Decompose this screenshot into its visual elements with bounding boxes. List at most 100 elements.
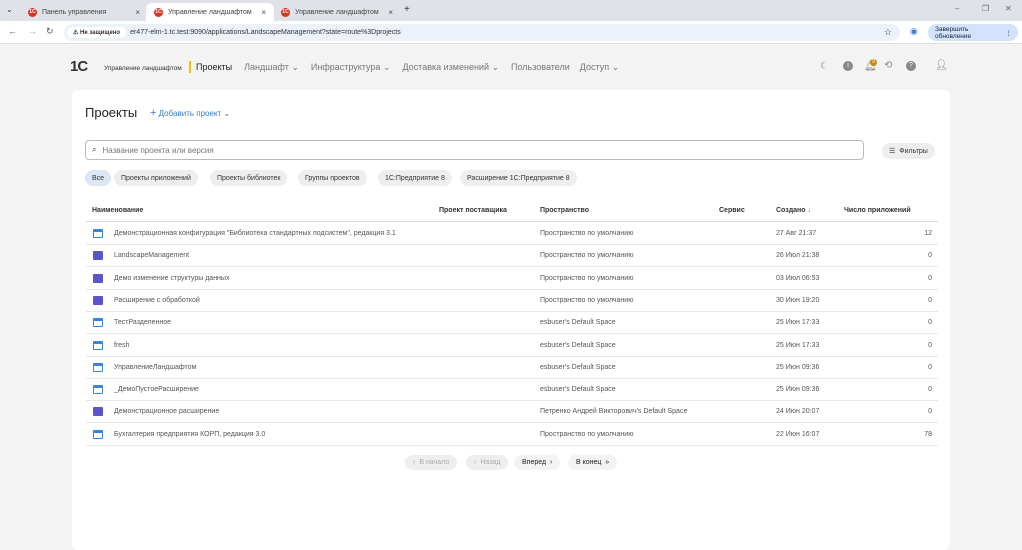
- column-space[interactable]: Пространство: [540, 207, 589, 214]
- add-project-button[interactable]: + Добавить проект ⌄: [150, 107, 230, 119]
- project-name[interactable]: LandscapeManagement: [114, 252, 189, 259]
- prev-page-button[interactable]: ‹ Назад: [466, 455, 509, 470]
- project-name[interactable]: Демо изменение структуры данных: [114, 275, 229, 282]
- project-app-count: 0: [928, 296, 932, 304]
- chip-library-projects[interactable]: Проекты библиотек: [210, 170, 288, 186]
- project-space: Пространство по умолчанию: [540, 252, 634, 260]
- 1c-favicon-icon: 1C: [28, 7, 37, 17]
- chip-app-projects[interactable]: Проекты приложений: [114, 170, 198, 186]
- chip-1c-enterprise[interactable]: 1С:Предприятие 8: [378, 170, 452, 186]
- project-created: 25 Июн 09:36: [776, 386, 820, 394]
- chip-project-groups[interactable]: Группы проектов: [298, 170, 367, 186]
- tab-label: Панель управления: [42, 8, 107, 16]
- restore-icon[interactable]: ❐: [982, 4, 989, 13]
- 1c-favicon-icon: 1C: [154, 7, 163, 17]
- dark-mode-icon[interactable]: ☾: [820, 61, 829, 72]
- table-row[interactable]: fresh esbuser's Default Space 25 Июн 17:…: [86, 335, 938, 357]
- new-tab-icon[interactable]: +: [404, 4, 410, 15]
- project-name[interactable]: Бухгалтерия предприятия КОРП, редакция 3…: [114, 431, 265, 438]
- project-space: esbuser's Default Space: [540, 319, 616, 327]
- project-created: 25 Июн 09:36: [776, 363, 820, 371]
- project-name[interactable]: ТестРазделенное: [114, 319, 171, 326]
- chip-all[interactable]: Все: [85, 170, 112, 186]
- project-name[interactable]: Демонстрационное расширение: [114, 408, 219, 415]
- column-vendor-project[interactable]: Проект поставщика: [439, 207, 507, 214]
- help-icon[interactable]: ?: [906, 61, 916, 71]
- project-app-count: 0: [928, 341, 932, 349]
- project-created: 22 Июн 16:07: [776, 430, 820, 438]
- project-name[interactable]: Демонстрационная конфигурация "Библиотек…: [114, 230, 396, 237]
- browser-tab[interactable]: 1C Панель управления ×: [20, 3, 148, 21]
- nav-access[interactable]: Доступ ⌄: [580, 62, 619, 73]
- project-space: esbuser's Default Space: [540, 363, 616, 371]
- nav-projects[interactable]: Проекты: [196, 62, 232, 72]
- nav-landscape[interactable]: Ландшафт ⌄: [244, 62, 299, 73]
- project-name[interactable]: УправлениеЛандшафтом: [114, 364, 196, 371]
- project-created: 30 Июн 19:20: [776, 296, 820, 304]
- column-app-count[interactable]: Число приложений: [844, 207, 911, 214]
- project-created: 03 Июл 06:53: [776, 274, 820, 282]
- browser-tab[interactable]: 1C Управление ландшафтом ×: [273, 3, 401, 21]
- filters-button[interactable]: ☰ Фильтры: [882, 143, 935, 159]
- table-row[interactable]: Демо изменение структуры данных Простран…: [86, 268, 938, 290]
- profile-icon[interactable]: ◉: [910, 26, 918, 37]
- first-page-button[interactable]: ‹ В начало: [405, 455, 458, 470]
- configuration-icon: [93, 229, 103, 238]
- project-name[interactable]: _ДемоПустоеРасширение: [114, 386, 199, 393]
- forward-icon[interactable]: →: [28, 26, 37, 36]
- star-icon[interactable]: ☆: [884, 27, 892, 38]
- project-name[interactable]: fresh: [114, 342, 130, 349]
- last-page-button[interactable]: В конец »: [568, 455, 618, 470]
- nav-users[interactable]: Пользователи: [511, 62, 570, 72]
- search-input[interactable]: ⌕ Название проекта или версия: [85, 140, 864, 160]
- table-row[interactable]: LandscapeManagement Пространство по умол…: [86, 245, 938, 268]
- column-name[interactable]: Наименование: [92, 207, 143, 214]
- column-service[interactable]: Сервис: [719, 207, 745, 214]
- filter-icon: ☰: [889, 148, 896, 155]
- project-space: Пространство по умолчанию: [540, 296, 634, 304]
- reload-icon[interactable]: ↻: [46, 26, 54, 37]
- info-icon[interactable]: i: [843, 61, 853, 71]
- security-indicator[interactable]: ⚠ Не защищено: [67, 27, 127, 38]
- extension-icon: [93, 295, 103, 305]
- table-row[interactable]: ТестРазделенное esbuser's Default Space …: [86, 312, 938, 335]
- table-row[interactable]: УправлениеЛандшафтом esbuser's Default S…: [86, 357, 938, 379]
- chip-1c-extension[interactable]: Расширение 1С:Предприятие 8: [460, 170, 577, 186]
- minimize-icon[interactable]: –: [955, 4, 959, 13]
- close-icon[interactable]: ×: [388, 8, 393, 17]
- back-icon[interactable]: ←: [8, 26, 17, 36]
- nav-infrastructure[interactable]: Инфраструктура ⌄: [311, 62, 391, 73]
- project-space: esbuser's Default Space: [540, 341, 616, 349]
- next-page-button[interactable]: Вперед ›: [514, 455, 561, 470]
- nav-change-delivery[interactable]: Доставка изменений ⌄: [402, 62, 499, 73]
- project-app-count: 0: [928, 274, 932, 282]
- project-created: 26 Июл 21:38: [776, 252, 820, 260]
- table-row[interactable]: Демонстрационная конфигурация "Библиотек…: [86, 223, 938, 245]
- update-button[interactable]: Завершить обновление ⋮: [928, 24, 1018, 41]
- close-icon[interactable]: ×: [135, 8, 140, 17]
- close-window-icon[interactable]: ✕: [1005, 4, 1012, 13]
- tab-list-icon[interactable]: ⌄: [6, 5, 13, 14]
- extension-icon: [93, 251, 103, 261]
- configuration-icon: [93, 385, 103, 395]
- user-icon[interactable]: 👤︎: [935, 60, 948, 71]
- main-nav: Проекты Ландшафт ⌄ Инфраструктура ⌄ Дост…: [189, 57, 619, 77]
- table-row[interactable]: Демонстрационное расширение Петренко Анд…: [86, 401, 938, 424]
- browser-tab-active[interactable]: 1C Управление ландшафтом ×: [146, 3, 274, 21]
- history-icon[interactable]: ⟲: [884, 60, 892, 71]
- configuration-icon: [93, 362, 103, 372]
- project-name[interactable]: Расширение с обработкой: [114, 297, 200, 304]
- table-row[interactable]: _ДемоПустоеРасширение esbuser's Default …: [86, 379, 938, 402]
- app-name: Управление ландшафтом: [104, 65, 182, 72]
- table-row[interactable]: Расширение с обработкой Пространство по …: [86, 290, 938, 312]
- project-created: 25 Июн 17:33: [776, 319, 820, 327]
- project-created: 27 Авг 21:37: [776, 230, 817, 237]
- header-divider: [86, 221, 938, 222]
- column-created[interactable]: Создано ↓: [776, 207, 811, 214]
- table-row[interactable]: Бухгалтерия предприятия КОРП, редакция 3…: [86, 424, 938, 446]
- 1c-favicon-icon: 1C: [281, 7, 290, 17]
- active-nav-marker: [189, 61, 191, 73]
- url-field[interactable]: ⚠ Не защищено er477-elm-1.tc.test:9090/ap…: [64, 24, 900, 41]
- close-icon[interactable]: ×: [261, 8, 266, 17]
- url-text: er477-elm-1.tc.test:9090/applications/La…: [130, 29, 401, 36]
